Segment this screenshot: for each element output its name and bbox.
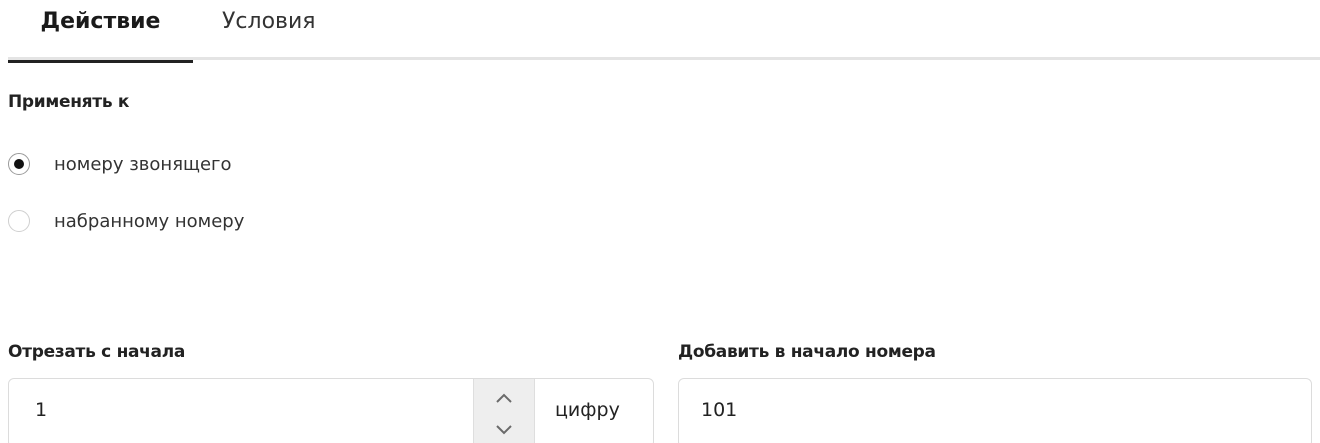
radio-checked-icon[interactable] [8, 153, 30, 175]
chevron-up-icon[interactable] [474, 381, 534, 415]
trim-field-label: Отрезать с начала [8, 342, 186, 362]
radio-option-caller-number[interactable]: номеру звонящего [8, 149, 232, 179]
trim-digits-value[interactable]: 1 [35, 399, 47, 421]
radio-label-dialed-number: набранному номеру [54, 210, 245, 232]
prefix-input[interactable]: 101 [678, 378, 1312, 443]
radio-option-dialed-number[interactable]: набранному номеру [8, 206, 244, 236]
tab-conditions[interactable]: Условия [222, 0, 316, 60]
apply-to-heading: Применять к [8, 92, 130, 112]
tab-bar: Действие Условия [8, 0, 1320, 63]
radio-unchecked-icon[interactable] [8, 210, 30, 232]
prefix-input-value[interactable]: 101 [701, 399, 737, 421]
prefix-field-label: Добавить в начало номера [678, 342, 936, 362]
tab-action[interactable]: Действие [8, 0, 193, 63]
trim-digits-stepper[interactable]: 1 цифру [8, 378, 654, 443]
stepper-buttons [473, 379, 535, 443]
chevron-down-icon[interactable] [474, 413, 534, 443]
radio-label-caller-number: номеру звонящего [54, 153, 232, 175]
trim-digits-suffix: цифру [555, 399, 620, 421]
